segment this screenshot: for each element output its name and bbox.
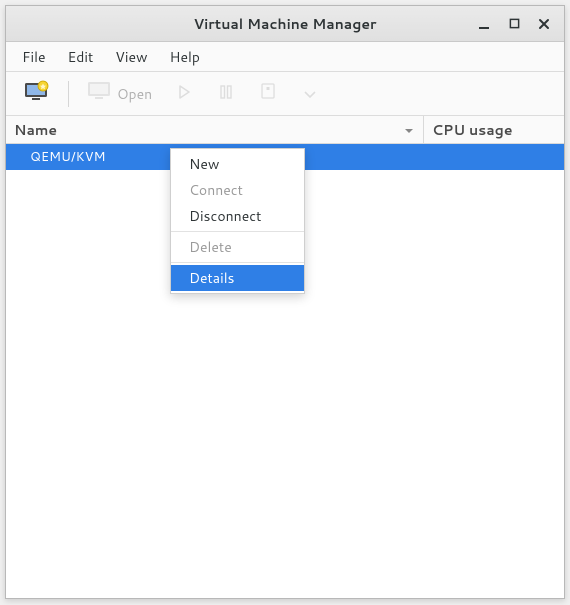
pause-button[interactable]	[208, 78, 244, 110]
toolbar-separator	[68, 81, 69, 107]
column-header-name[interactable]: Name	[6, 116, 424, 143]
sort-descending-icon	[403, 120, 415, 140]
shutdown-button[interactable]	[250, 78, 286, 110]
menubar: File Edit View Help	[6, 42, 564, 72]
context-menu-delete: Delete	[171, 234, 304, 260]
close-button[interactable]	[536, 16, 552, 32]
context-menu-connect: Connect	[171, 177, 304, 203]
chevron-down-icon	[304, 84, 316, 104]
pause-icon	[220, 84, 232, 104]
menu-file[interactable]: File	[12, 43, 56, 71]
menu-view[interactable]: View	[105, 43, 157, 71]
menu-edit[interactable]: Edit	[58, 43, 104, 71]
open-label: Open	[117, 84, 152, 104]
context-menu-separator	[171, 231, 304, 232]
new-vm-button[interactable]	[16, 78, 58, 110]
menu-help[interactable]: Help	[160, 43, 210, 71]
connection-list[interactable]: QEMU/KVM New Connect Disconnect Delete D…	[6, 144, 564, 598]
context-menu-new[interactable]: New	[171, 151, 304, 177]
monitor-new-icon	[24, 80, 50, 107]
context-menu-details[interactable]: Details	[171, 265, 304, 291]
run-button[interactable]	[166, 78, 202, 110]
column-name-label: Name	[14, 120, 57, 140]
toolbar: Open	[6, 72, 564, 116]
column-cpu-label: CPU usage	[432, 120, 513, 140]
minimize-button[interactable]	[476, 16, 492, 32]
titlebar: Virtual Machine Manager	[6, 6, 564, 42]
maximize-button[interactable]	[506, 16, 522, 32]
context-menu-separator	[171, 262, 304, 263]
context-menu-disconnect[interactable]: Disconnect	[171, 203, 304, 229]
shutdown-icon	[259, 82, 277, 105]
connection-label: QEMU/KVM	[30, 148, 105, 166]
column-header-row: Name CPU usage	[6, 116, 564, 144]
play-icon	[177, 84, 191, 104]
window-controls	[476, 16, 564, 32]
monitor-icon	[87, 81, 111, 106]
shutdown-menu-button[interactable]	[292, 78, 328, 110]
column-header-cpu[interactable]: CPU usage	[424, 116, 564, 143]
context-menu: New Connect Disconnect Delete Details	[170, 148, 305, 294]
open-console-button[interactable]: Open	[79, 78, 160, 110]
app-window: Virtual Machine Manager File Edit View H…	[5, 5, 565, 599]
